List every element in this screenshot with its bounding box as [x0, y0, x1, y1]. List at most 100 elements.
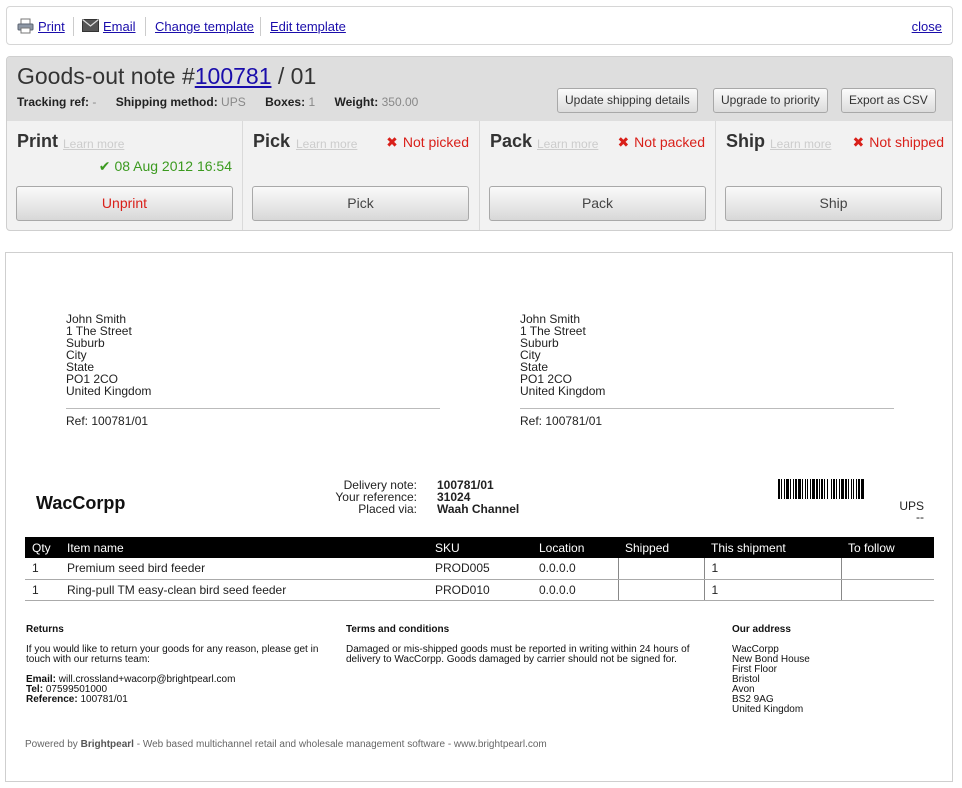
sku-cell: PROD005: [428, 558, 532, 580]
table-row: 1 Premium seed bird feeder PROD005 0.0.0…: [25, 558, 934, 580]
returns-title: Returns: [26, 624, 64, 635]
check-icon: ✔: [98, 158, 111, 174]
barcode-bar: [812, 479, 815, 499]
email-link[interactable]: Email: [103, 19, 136, 34]
barcode-bar: [851, 479, 852, 499]
shipped-cell: [617, 558, 704, 580]
cross-icon: ✖: [386, 134, 398, 150]
terms-text: delivery to WacCorpp. Goods damaged by c…: [346, 654, 677, 665]
address-line: City: [66, 348, 87, 362]
billing-address: John Smith 1 The Street Suburb City Stat…: [520, 313, 894, 427]
edit-template-link[interactable]: Edit template: [270, 19, 346, 34]
address-ref: Ref: 100781/01: [520, 414, 603, 428]
barcode-bar: [784, 479, 785, 499]
barcode-bar: [790, 479, 791, 499]
tracking-value: -: [92, 95, 97, 109]
goods-out-header: Goods-out note #100781 / 01 Tracking ref…: [6, 56, 953, 231]
barcode-bar: [853, 479, 854, 499]
toolbar-divider: [260, 17, 261, 36]
change-template-link[interactable]: Change template: [155, 19, 254, 34]
company-name: WacCorpp: [36, 493, 126, 513]
top-toolbar: Print Email Change template Edit templat…: [6, 6, 953, 45]
boxes-value: 1: [308, 95, 316, 109]
delivery-note-values: 100781/01 31024 Waah Channel: [437, 479, 519, 515]
cross-icon: ✖: [617, 134, 630, 150]
barcode-bar: [786, 479, 789, 499]
column-header: Shipped: [618, 537, 704, 558]
sku-cell: PROD010: [428, 579, 532, 601]
terms-title: Terms and conditions: [346, 624, 450, 635]
barcode-bar: [819, 479, 820, 499]
placed-via-label: Placed via:: [358, 502, 417, 516]
pack-status: ✖ Not packed: [617, 134, 705, 151]
weight-value: 350.00: [381, 95, 419, 109]
cross-icon: ✖: [852, 134, 865, 150]
shipping-method-value: UPS: [221, 95, 246, 109]
barcode-bar: [793, 479, 794, 499]
title-prefix: Goods-out note #: [17, 63, 195, 89]
learn-more-link[interactable]: Learn more: [770, 137, 831, 151]
barcode-bar: [781, 479, 782, 499]
table-header-row: Qty Item name SKU Location Shipped This …: [25, 537, 934, 558]
printed-status: ✔ 08 Aug 2012 16:54: [99, 158, 232, 175]
shipping-method-label: Shipping method:: [115, 95, 218, 109]
address-line: State: [66, 360, 95, 374]
column-header: Location: [532, 537, 618, 558]
divider: [66, 408, 440, 409]
boxes-label: Boxes:: [265, 95, 306, 109]
update-shipping-details-button[interactable]: Update shipping details: [557, 88, 698, 113]
learn-more-link[interactable]: Learn more: [296, 137, 357, 151]
export-as-csv-button[interactable]: Export as CSV: [841, 88, 936, 113]
our-address-line: United Kingdom: [732, 704, 804, 715]
order-number-link[interactable]: 100781: [195, 63, 272, 89]
barcode-bar: [845, 479, 847, 499]
qty-cell: 1: [25, 558, 60, 580]
unprint-button[interactable]: Unprint: [16, 186, 233, 221]
item-name-cell: Premium seed bird feeder: [60, 558, 428, 580]
carrier-sub: --: [916, 510, 924, 524]
print-link[interactable]: Print: [38, 19, 65, 34]
this-shipment-cell: 1: [703, 558, 841, 580]
upgrade-to-priority-button[interactable]: Upgrade to priority: [713, 88, 828, 113]
barcode-bar: [824, 479, 825, 499]
learn-more-link[interactable]: Learn more: [537, 137, 598, 151]
to-follow-cell: [840, 579, 934, 601]
printer-icon[interactable]: [17, 18, 34, 34]
column-header: This shipment: [704, 537, 841, 558]
page-title: Goods-out note #100781 / 01: [17, 63, 316, 90]
printed-date: 08 Aug 2012 16:54: [114, 158, 232, 174]
ship-button[interactable]: Ship: [725, 186, 942, 221]
address-line: City: [520, 348, 541, 362]
barcode-bar: [836, 479, 837, 499]
address-line: 1 The Street: [66, 324, 132, 338]
powered-suffix: - Web based multichannel retail and whol…: [133, 739, 547, 750]
barcode-bar: [810, 479, 811, 499]
stage-pack: Pack Learn more ✖ Not packed Pack: [480, 121, 716, 230]
items-table: Qty Item name SKU Location Shipped This …: [25, 537, 934, 601]
item-name-cell: Ring-pull TM easy-clean bird seed feeder: [60, 579, 428, 601]
barcode-bar: [858, 479, 860, 499]
shipped-cell: [617, 579, 704, 601]
delivery-note-document: John Smith 1 The Street Suburb City Stat…: [5, 252, 953, 782]
powered-by-footer: Powered by Brightpearl - Web based multi…: [25, 739, 547, 750]
reference-label: Reference:: [26, 694, 78, 705]
stage-title: Ship: [726, 131, 765, 151]
column-header: To follow: [841, 537, 934, 558]
barcode-bar: [795, 479, 797, 499]
stage-title: Pick: [253, 131, 291, 151]
mail-icon[interactable]: [82, 19, 99, 32]
pack-button[interactable]: Pack: [489, 186, 706, 221]
placed-via-value: Waah Channel: [437, 502, 520, 516]
delivery-note-labels: Delivery note: Your reference: Placed vi…: [306, 479, 417, 515]
pick-button[interactable]: Pick: [252, 186, 469, 221]
our-address-title: Our address: [732, 624, 791, 635]
toolbar-divider: [145, 17, 146, 36]
title-band: Goods-out note #100781 / 01 Tracking ref…: [7, 57, 952, 121]
close-link[interactable]: close: [912, 19, 942, 34]
barcode-bar: [821, 479, 823, 499]
address-line: Suburb: [520, 336, 559, 350]
column-header: SKU: [428, 537, 532, 558]
learn-more-link[interactable]: Learn more: [63, 137, 124, 151]
barcode-bar: [856, 479, 857, 499]
barcode-bar: [802, 479, 803, 499]
